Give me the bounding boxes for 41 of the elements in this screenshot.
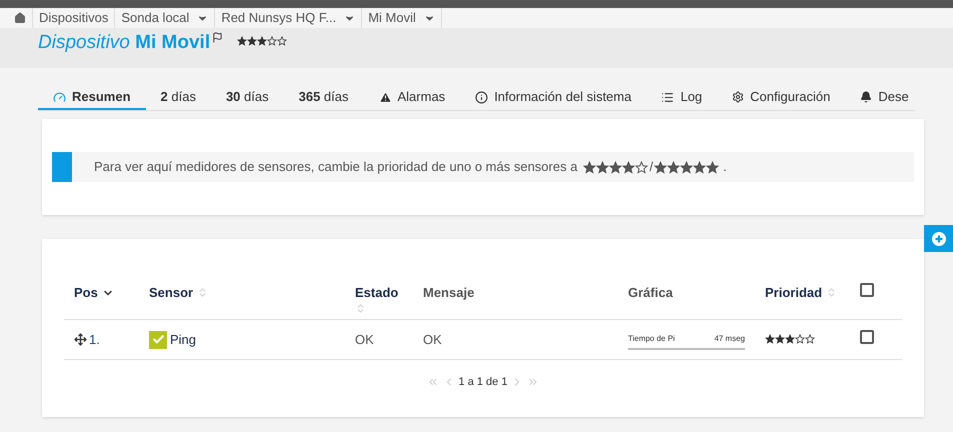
separator: /	[649, 158, 654, 176]
plus-icon	[932, 232, 946, 246]
graph-value: 47 mseg	[714, 332, 745, 344]
tab[interactable]: Log	[646, 86, 718, 110]
flag-icon[interactable]	[212, 32, 224, 43]
sensor-link[interactable]: Ping	[170, 330, 196, 350]
column-header[interactable]: Pos	[74, 283, 98, 302]
drag-handle-icon[interactable]	[74, 333, 87, 346]
tab[interactable]: Dese	[845, 86, 924, 110]
bell-icon	[860, 91, 872, 103]
sort-icon[interactable]	[355, 302, 366, 314]
graph-label: Tiempo de Pi	[628, 332, 675, 344]
list-icon	[661, 90, 674, 104]
settings-icon	[732, 91, 744, 103]
status-cell-text: OK	[354, 330, 375, 349]
info-icon	[475, 90, 488, 104]
gauge-icon	[53, 90, 66, 104]
status-ok-icon	[149, 330, 167, 348]
column-header[interactable]: Gráfica	[628, 283, 673, 302]
message-cell-text: OK	[422, 330, 443, 349]
warning-icon	[378, 90, 392, 104]
page-info: 1 a 1 de 1	[458, 375, 508, 390]
tab[interactable]: 2 días	[146, 86, 211, 110]
tab[interactable]: Configuración	[717, 86, 846, 110]
page-title: Dispositivo Mi Movil	[38, 31, 210, 55]
column-header[interactable]: Prioridad	[765, 283, 822, 302]
tab[interactable]: 30 días	[210, 86, 284, 110]
notice-accent	[52, 152, 72, 182]
notice-text: Para ver aquí medidores de sensores, cambie la prioridad de uno o más sensores a	[94, 158, 578, 176]
checkbox[interactable]	[860, 283, 874, 297]
tab[interactable]: Información del sistema	[460, 86, 646, 110]
position-cell-text: 1.	[89, 330, 100, 349]
tab[interactable]: 365 días	[284, 86, 364, 110]
tab[interactable]: Alarmas	[364, 86, 460, 110]
column-header[interactable]: Estado	[355, 283, 413, 302]
add-button[interactable]	[924, 225, 953, 252]
period: .	[723, 158, 727, 176]
column-header[interactable]: Sensor	[149, 283, 194, 302]
checkbox[interactable]	[860, 330, 874, 344]
home-icon[interactable]	[14, 12, 26, 24]
column-header[interactable]: Mensaje	[423, 283, 474, 302]
